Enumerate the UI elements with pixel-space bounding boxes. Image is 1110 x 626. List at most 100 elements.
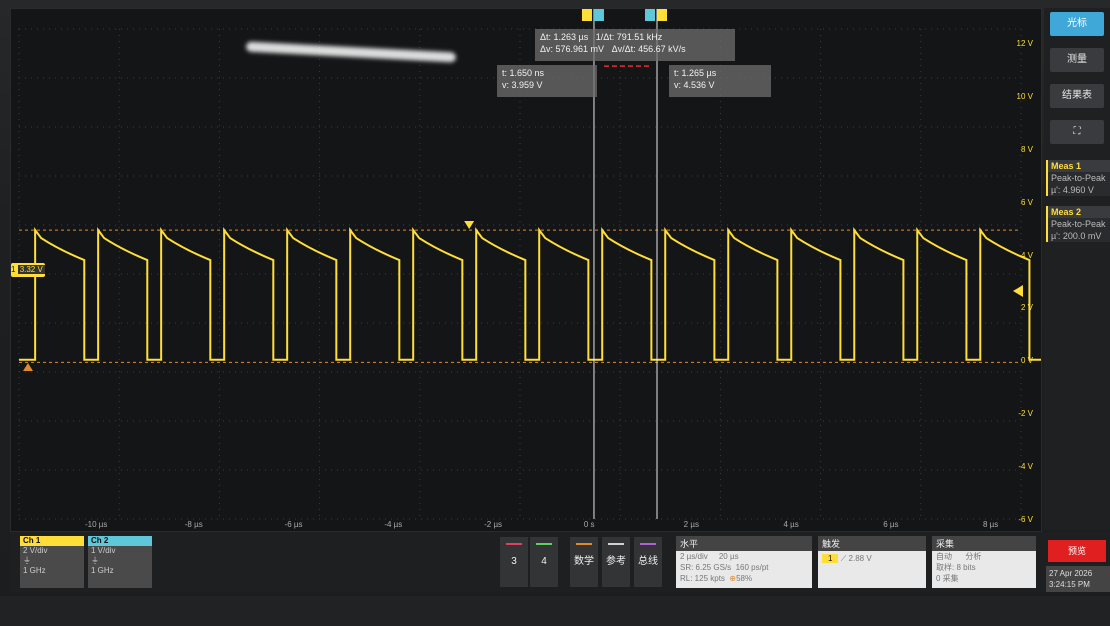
cursor-b-readout: t: 1.265 µs v: 4.536 V [669, 65, 771, 97]
ch1-offset-marker[interactable]: 1 3.32 V [11, 263, 45, 277]
acquire-mode: 自动 [936, 552, 952, 561]
y-tick-label: 8 V [1020, 144, 1033, 154]
cursor-a-readout: t: 1.650 ns v: 3.959 V [497, 65, 597, 97]
cursor-button[interactable]: 光标 [1050, 12, 1104, 36]
cursor-a-handle-2 [593, 9, 604, 21]
ch1-marker-number: 1 [11, 265, 16, 274]
bus-button[interactable]: 总线 [634, 537, 662, 587]
ch4-button[interactable]: 4 [530, 537, 558, 587]
meas2-value: µ': 200.0 mV [1051, 231, 1102, 241]
ch4-label: 4 [541, 556, 547, 567]
y-tick-label: 0 V [1020, 356, 1033, 366]
meas1-value: µ': 4.960 V [1051, 185, 1094, 195]
acquire-panel[interactable]: 采集 自动 分析 取样: 8 bits 0 采集 [932, 536, 1036, 588]
preview-button[interactable]: 预览 [1048, 540, 1106, 562]
delta-t: Δt: 1.263 µs [540, 32, 589, 42]
inverse-delta-t: 1/Δt: 791.51 kHz [595, 32, 663, 42]
ch2-title: Ch 2 [88, 536, 152, 546]
time-per-point: 160 ps/pt [735, 563, 769, 572]
y-tick-label: -6 V [1018, 515, 1033, 524]
ch1-bandwidth: 1 GHz [23, 566, 46, 575]
x-tick-label: -6 µs [284, 520, 303, 529]
date-label: 27 Apr 2026 [1049, 569, 1093, 578]
acquire-title: 采集 [932, 536, 1036, 551]
ground-marker [23, 363, 33, 371]
x-tick-label: -10 µs [85, 520, 108, 529]
y-tick-label: -4 V [1018, 462, 1033, 472]
x-tick-label: -8 µs [184, 520, 203, 529]
x-tick-label: -4 µs [384, 520, 403, 529]
trigger-channel: 1 [822, 554, 839, 563]
horizontal-panel[interactable]: 水平 2 µs/div 20 µs SR: 6.25 GS/s 160 ps/p… [676, 536, 812, 588]
ch1-scale: 2 V/div [23, 546, 48, 555]
math-button[interactable]: 数学 [570, 537, 598, 587]
horizontal-title: 水平 [676, 536, 812, 551]
x-tick-label: 2 µs [683, 520, 699, 529]
bottom-settings-bar: Ch 1 2 V/div ⏚ 1 GHz Ch 2 1 V/div ⏚ 1 GH… [10, 532, 1110, 592]
delta-v: Δv: 576.961 mV [540, 44, 605, 54]
ch3-label: 3 [511, 556, 517, 567]
meas2-badge[interactable]: Meas 2 Peak-to-Peak µ': 200.0 mV [1046, 206, 1110, 242]
sample-rate: SR: 6.25 GS/s [680, 563, 732, 572]
y-tick-label: 12 V [1016, 39, 1033, 48]
acquire-bits: 取样: 8 bits [936, 563, 976, 572]
ref-button[interactable]: 参考 [602, 537, 630, 587]
ch1-waveform [19, 227, 1041, 361]
ch1-coupling-icon: ⏚ [23, 556, 31, 565]
cursor-a-voltage: v: 3.959 V [502, 80, 543, 90]
trigger-level-marker [1013, 285, 1023, 297]
trigger-panel[interactable]: 触发 1 ⟋ 2.88 V [818, 536, 926, 588]
slope: Δv/Δt: 456.67 kV/s [611, 44, 686, 54]
cursor-b-voltage: v: 4.536 V [674, 80, 715, 90]
meas2-label: Peak-to-Peak [1051, 219, 1106, 229]
right-sidebar: 光标 测量 结果表 ⛶ Meas 1 Peak-to-Peak µ': 4.96… [1044, 8, 1110, 530]
y-tick-label: 2 V [1020, 303, 1033, 313]
acquire-analyze: 分析 [965, 552, 982, 561]
trigger-level: 2.88 V [848, 554, 872, 563]
x-tick-label: 0 s [583, 520, 595, 529]
record-length: RL: 125 kpts [680, 574, 725, 583]
x-tick-label: -2 µs [484, 520, 503, 529]
ch2-badge[interactable]: Ch 2 1 V/div ⏚ 1 GHz [88, 536, 152, 588]
bezel-bottom [0, 596, 1110, 626]
horizontal-scale: 2 µs/div [680, 552, 708, 561]
meas1-badge[interactable]: Meas 1 Peak-to-Peak µ': 4.960 V [1046, 160, 1110, 196]
screenshot-icon[interactable]: ⛶ [1050, 120, 1104, 144]
bus-label: 总线 [638, 556, 658, 567]
measure-button[interactable]: 测量 [1050, 48, 1104, 72]
y-tick-label: 4 V [1020, 250, 1033, 260]
y-tick-label: -2 V [1018, 409, 1033, 419]
x-tick-label: 4 µs [783, 520, 799, 529]
ch1-level-label: 3.32 V [17, 265, 45, 274]
trigger-title: 触发 [818, 536, 926, 551]
cursor-a-handle [581, 9, 592, 21]
meas2-title: Meas 2 [1048, 206, 1110, 218]
time-label: 3:24:15 PM [1049, 580, 1090, 589]
x-tick-label: 8 µs [983, 520, 999, 529]
acquire-count: 0 采集 [936, 574, 959, 583]
cursor-delta-readout: Δt: 1.263 µs 1/Δt: 791.51 kHz Δv: 576.96… [535, 29, 735, 61]
meas1-title: Meas 1 [1048, 160, 1110, 172]
results-table-button[interactable]: 结果表 [1050, 84, 1104, 108]
cursor-a-time: t: 1.650 ns [502, 68, 545, 78]
horizontal-length: 20 µs [718, 552, 739, 561]
ch2-bandwidth: 1 GHz [91, 566, 114, 575]
rising-edge-icon: ⟋ [840, 554, 847, 563]
x-tick-label: 6 µs [883, 520, 899, 529]
oscilloscope-frame: Δt: 1.263 µs 1/Δt: 791.51 kHz Δv: 576.96… [0, 0, 1110, 626]
ch1-title: Ch 1 [20, 536, 84, 546]
cursor-b-handle-2 [656, 9, 667, 21]
ch1-badge[interactable]: Ch 1 2 V/div ⏚ 1 GHz [20, 536, 84, 588]
cursor-b-handle [644, 9, 655, 21]
ch2-scale: 1 V/div [91, 546, 116, 555]
cursor-b-time: t: 1.265 µs [674, 68, 717, 78]
date-time: 27 Apr 2026 3:24:15 PM [1046, 566, 1110, 592]
y-tick-label: 10 V [1016, 91, 1033, 101]
math-label: 数学 [574, 556, 594, 567]
ch3-button[interactable]: 3 [500, 537, 528, 587]
trigger-position-marker [464, 221, 475, 229]
ref-label: 参考 [606, 556, 626, 567]
ch2-coupling-icon: ⏚ [91, 556, 99, 565]
y-tick-label: 6 V [1020, 197, 1033, 207]
waveform-display[interactable]: Δt: 1.263 µs 1/Δt: 791.51 kHz Δv: 576.96… [10, 8, 1042, 532]
